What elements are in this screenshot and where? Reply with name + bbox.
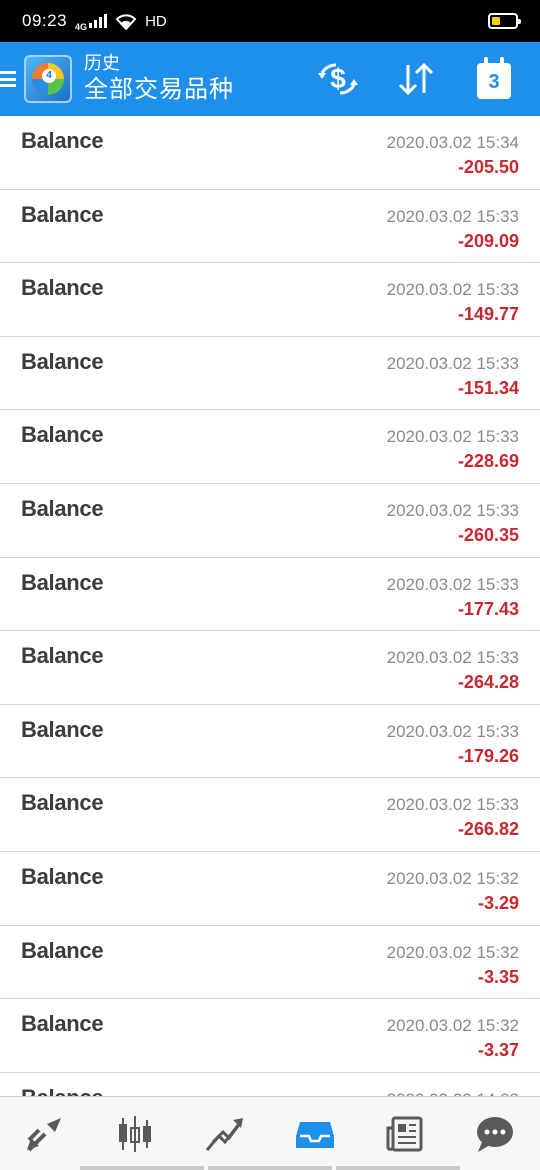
deal-row[interactable]: Balance 2020.03.02 15:32 -3.35	[0, 926, 540, 1000]
deal-time: 2020.03.02 15:33	[386, 353, 519, 373]
gesture-bar	[0, 1166, 540, 1170]
nav-history[interactable]	[285, 1104, 345, 1164]
nav-news[interactable]	[375, 1104, 435, 1164]
deal-type: Balance	[21, 275, 104, 301]
chart-candles-icon	[119, 1115, 151, 1152]
deal-amount: -149.77	[457, 304, 519, 325]
deal-time: 2020.03.02 15:33	[386, 721, 519, 741]
deal-row[interactable]: Balance 2020.03.02 15:33 -149.77	[0, 263, 540, 337]
page-title[interactable]: 全部交易品种	[84, 74, 234, 106]
quotes-icon	[27, 1117, 61, 1151]
menu-icon[interactable]	[0, 67, 18, 91]
history-inbox-icon	[296, 1121, 334, 1148]
deal-row[interactable]: Balance 2020.03.02 15:33 -228.69	[0, 410, 540, 484]
deal-amount: -177.43	[457, 598, 519, 619]
app-logo[interactable]: 4	[24, 55, 72, 103]
deal-type: Balance	[21, 790, 104, 816]
status-time: 09:23	[22, 11, 68, 30]
deal-time: 2020.03.02 15:34	[386, 133, 519, 152]
calendar-day: 3	[488, 71, 500, 93]
page-subtitle: 历史	[84, 53, 120, 73]
bottom-nav	[0, 1096, 540, 1170]
deal-row[interactable]: Balance 2020.03.02 15:33 -266.82	[0, 778, 540, 852]
sort-icon[interactable]	[392, 55, 440, 103]
deal-type: Balance	[21, 1011, 104, 1037]
network-label: 4G	[75, 22, 88, 32]
deal-amount: -3.29	[477, 892, 519, 913]
wifi-icon	[115, 13, 137, 30]
deal-type: Balance	[21, 569, 104, 595]
deal-amount: -209.09	[457, 230, 519, 251]
deal-type: Balance	[21, 863, 104, 889]
deal-time: 2020.03.02 15:33	[386, 574, 519, 594]
hd-label: HD	[145, 12, 167, 30]
nav-trade[interactable]	[195, 1104, 255, 1164]
deal-row[interactable]: Balance 2020.03.02 15:33 -209.09	[0, 190, 540, 264]
deal-type: Balance	[21, 937, 104, 963]
currency-exchange-icon[interactable]: $	[314, 55, 362, 103]
deal-row[interactable]: Balance2020.03.02 14:08	[0, 1073, 540, 1096]
news-icon	[386, 1116, 423, 1151]
deal-type: Balance	[21, 201, 104, 227]
cell-signal-icon	[89, 14, 108, 28]
deal-time: 2020.03.02 15:33	[386, 795, 519, 815]
deal-type: Balance	[21, 1085, 104, 1096]
calendar-icon[interactable]: 3	[470, 55, 518, 103]
deal-row[interactable]: Balance 2020.03.02 15:32 -3.37	[0, 999, 540, 1073]
deal-list[interactable]: Balance 2020.03.02 15:34 -205.50 Balance 202…	[0, 116, 540, 1096]
deal-time: 2020.03.02 15:33	[386, 206, 519, 226]
deal-row[interactable]: Balance 2020.03.02 15:33 -264.28	[0, 631, 540, 705]
deal-row[interactable]: Balance 2020.03.02 15:33 -260.35	[0, 484, 540, 558]
deal-row[interactable]: Balance 2020.03.02 15:33 -151.34	[0, 337, 540, 411]
status-right	[488, 13, 521, 29]
header-actions: $ 3	[314, 55, 518, 103]
deal-row[interactable]: Balance 2020.03.02 15:32 -3.29	[0, 852, 540, 926]
deal-amount: -228.69	[457, 451, 519, 472]
deal-time: 2020.03.02 15:32	[386, 942, 519, 962]
status-bar: 09:23 4G HD	[0, 0, 540, 42]
app-header: 4 历史 全部交易品种 $ 3	[0, 42, 540, 116]
svg-text:$: $	[330, 63, 346, 94]
deal-time: 2020.03.02 15:33	[386, 648, 519, 668]
deal-type: Balance	[21, 643, 104, 669]
deal-amount: -179.26	[457, 745, 519, 766]
status-left: 09:23 4G HD	[22, 10, 167, 32]
deal-time: 2020.03.02 15:33	[386, 280, 519, 300]
deal-amount: -205.50	[457, 157, 519, 177]
nav-chat[interactable]	[465, 1104, 525, 1164]
battery-icon	[488, 13, 521, 29]
deal-time: 2020.03.02 15:32	[386, 1016, 519, 1036]
deal-amount: -260.35	[457, 524, 519, 545]
deal-row[interactable]: Balance 2020.03.02 15:33 -179.26	[0, 705, 540, 779]
chat-icon	[477, 1116, 513, 1152]
deal-amount: -3.37	[477, 1040, 519, 1061]
trade-icon	[205, 1117, 243, 1151]
deal-amount: -3.35	[477, 966, 519, 987]
deal-type: Balance	[21, 128, 104, 153]
deal-type: Balance	[21, 716, 104, 742]
nav-charts[interactable]	[105, 1104, 165, 1164]
battery-fill	[492, 17, 500, 25]
nav-quotes[interactable]	[15, 1104, 75, 1164]
deal-type: Balance	[21, 348, 104, 374]
deal-time: 2020.03.02 15:33	[386, 427, 519, 447]
deal-amount: -266.82	[457, 819, 519, 840]
deal-amount: -264.28	[457, 672, 519, 693]
deal-row[interactable]: Balance 2020.03.02 15:33 -177.43	[0, 558, 540, 632]
deal-time: 2020.03.02 15:33	[386, 500, 519, 520]
header-titles: 历史 全部交易品种	[84, 52, 234, 106]
deal-amount: -151.34	[457, 377, 519, 398]
deal-row[interactable]: Balance 2020.03.02 15:34 -205.50	[0, 116, 540, 190]
deal-time: 2020.03.02 15:32	[386, 868, 519, 888]
deal-type: Balance	[21, 422, 104, 448]
deal-type: Balance	[21, 495, 104, 521]
